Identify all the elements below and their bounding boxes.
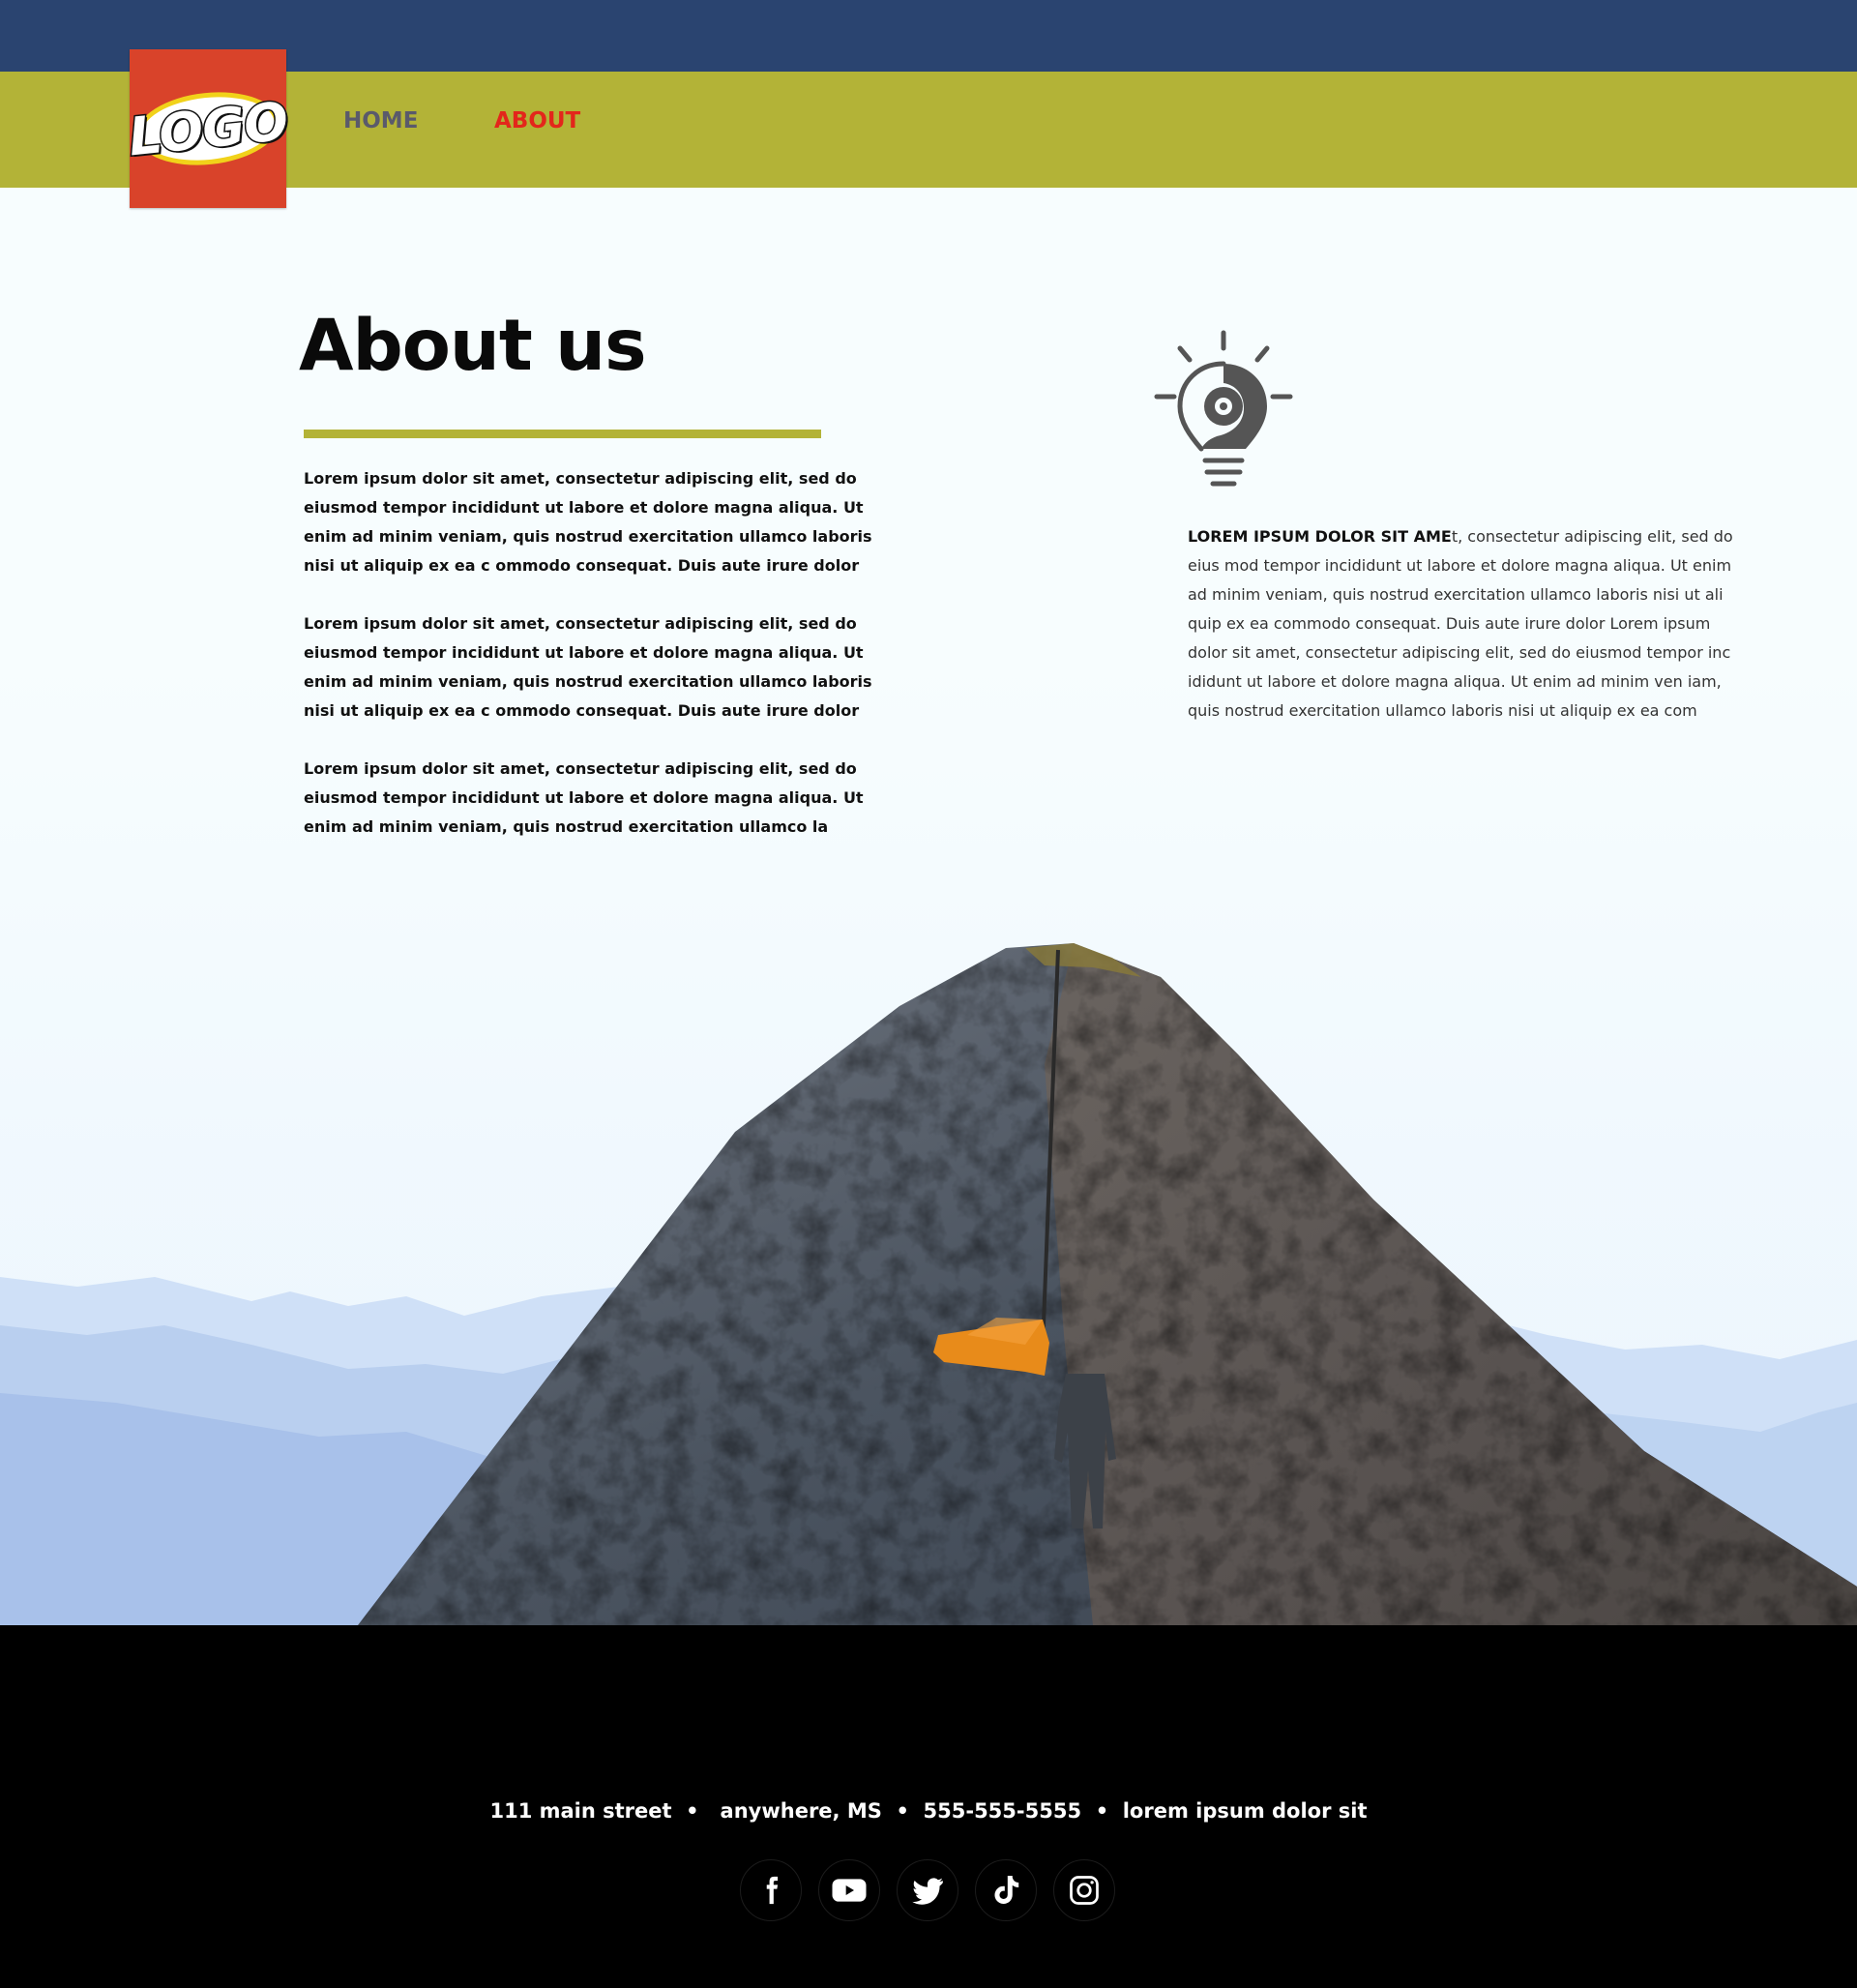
feature-lead: LOREM IPSUM DOLOR SIT AME: [1188, 527, 1452, 546]
about-paragraph: Lorem ipsum dolor sit amet, consectetur …: [304, 759, 864, 836]
nav-about[interactable]: ABOUT: [494, 108, 580, 134]
about-paragraph: Lorem ipsum dolor sit amet, consectetur …: [304, 469, 872, 575]
instagram-link[interactable]: [1053, 1859, 1115, 1921]
logo-badge: LOGO: [124, 85, 292, 172]
tiktok-icon: [994, 1876, 1019, 1905]
about-paragraph: Lorem ipsum dolor sit amet, consectetur …: [304, 614, 872, 720]
tiktok-link[interactable]: [975, 1859, 1037, 1921]
twitter-icon: [912, 1878, 943, 1905]
facebook-link[interactable]: [740, 1859, 802, 1921]
youtube-link[interactable]: [818, 1859, 880, 1921]
title-underline: [304, 430, 821, 438]
feature-text: LOREM IPSUM DOLOR SIT AMEt, consectetur …: [1188, 522, 1739, 726]
footer-contact: 111 main street • anywhere, MS • 555-555…: [489, 1799, 1368, 1823]
instagram-icon: [1070, 1876, 1099, 1905]
logo-text: LOGO: [124, 89, 291, 169]
facebook-icon: [766, 1876, 779, 1905]
mountain-summit-illustration: [0, 658, 1857, 1625]
logo[interactable]: LOGO: [124, 49, 292, 208]
feature-body: t, consectetur adipiscing elit, sed do e…: [1188, 527, 1733, 720]
nav-home[interactable]: HOME: [343, 108, 418, 134]
about-text-column: Lorem ipsum dolor sit amet, consectetur …: [304, 464, 884, 871]
page-title: About us: [299, 305, 647, 387]
twitter-link[interactable]: [897, 1859, 958, 1921]
lightbulb-gear-icon: [1154, 330, 1293, 487]
youtube-icon: [832, 1879, 867, 1902]
